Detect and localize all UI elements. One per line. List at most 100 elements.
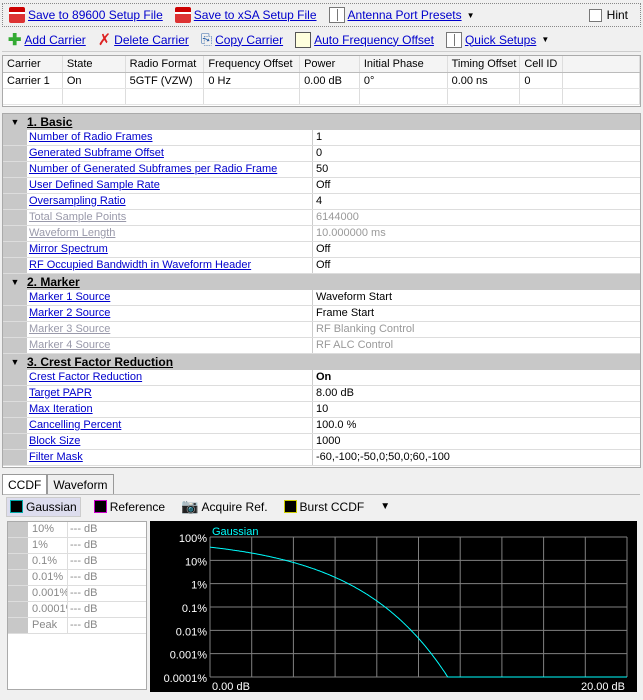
table-cell[interactable]: 0° [360,73,448,88]
property-value[interactable]: 8.00 dB [313,386,640,401]
table-row[interactable]: Carrier 1 On 5GTF (VZW) 0 Hz 0.00 dB 0° 0.00 n… [3,73,640,89]
property-row[interactable]: User Defined Sample Rate Off [3,178,640,194]
collapse-icon[interactable]: ▼ [3,117,27,127]
property-name[interactable]: Mirror Spectrum [27,242,313,257]
column-header[interactable]: Timing Offset [448,56,521,72]
property-row[interactable]: Marker 3 Source RF Blanking Control [3,322,640,338]
add-carrier-button[interactable]: ✚ Add Carrier [8,30,86,50]
property-link[interactable]: Marker 2 Source [29,307,110,319]
property-link[interactable]: User Defined Sample Rate [29,179,160,191]
column-header[interactable]: Carrier [3,56,63,72]
property-row[interactable]: Generated Subframe Offset 0 [3,146,640,162]
property-link[interactable]: Generated Subframe Offset [29,147,164,159]
property-row[interactable]: Crest Factor Reduction On [3,370,640,386]
property-value[interactable]: 100.0 % [313,418,640,433]
table-cell[interactable]: On [63,73,126,88]
property-name[interactable]: Oversampling Ratio [27,194,313,209]
property-row[interactable]: Mirror Spectrum Off [3,242,640,258]
section-header[interactable]: ▼ 1. Basic [3,114,640,130]
property-name[interactable]: Waveform Length [27,226,313,241]
property-value[interactable]: Frame Start [313,306,640,321]
column-header[interactable]: Frequency Offset [204,56,301,72]
property-value[interactable]: 10 [313,402,640,417]
property-row[interactable]: Number of Radio Frames 1 [3,130,640,146]
property-link[interactable]: Oversampling Ratio [29,195,126,207]
collapse-icon[interactable]: ▼ [3,357,27,367]
property-value[interactable]: Off [313,258,640,273]
property-row[interactable]: Marker 1 Source Waveform Start [3,290,640,306]
property-link[interactable]: Marker 3 Source [29,323,110,335]
property-link[interactable]: RF Occupied Bandwidth in Waveform Header [29,259,251,271]
table-cell[interactable]: 0 [520,73,564,88]
property-link[interactable]: Marker 1 Source [29,291,110,303]
property-name[interactable]: Cancelling Percent [27,418,313,433]
property-link[interactable]: Number of Radio Frames [29,131,153,143]
property-value[interactable]: -60,-100;-50,0;50,0;60,-100 [313,450,640,465]
property-value[interactable]: 0 [313,146,640,161]
column-header[interactable]: Initial Phase [360,56,448,72]
column-header[interactable]: Power [300,56,360,72]
property-row[interactable]: Filter Mask -60,-100;-50,0;50,0;60,-100 [3,450,640,466]
section-header[interactable]: ▼ 3. Crest Factor Reduction [3,354,640,370]
tab-waveform[interactable]: Waveform [47,474,114,494]
property-name[interactable]: User Defined Sample Rate [27,178,313,193]
reference-button[interactable]: Reference [91,498,168,516]
property-name[interactable]: Number of Radio Frames [27,130,313,145]
more-dropdown[interactable]: ▼ [377,499,393,514]
save-xsa-button[interactable]: Save to xSA Setup File [174,7,317,23]
property-row[interactable]: Block Size 1000 [3,434,640,450]
property-row[interactable]: Max Iteration 10 [3,402,640,418]
property-name[interactable]: Number of Generated Subframes per Radio … [27,162,313,177]
property-name[interactable]: Marker 1 Source [27,290,313,305]
property-value[interactable]: 1 [313,130,640,145]
acquire-ref-button[interactable]: 📷 Acquire Ref. [178,496,270,517]
property-value[interactable]: On [313,370,640,385]
property-row[interactable]: Marker 2 Source Frame Start [3,306,640,322]
property-link[interactable]: Block Size [29,435,80,447]
property-link[interactable]: Marker 4 Source [29,339,110,351]
property-row[interactable]: Number of Generated Subframes per Radio … [3,162,640,178]
property-value[interactable]: Off [313,178,640,193]
table-cell[interactable]: 0.00 ns [448,73,521,88]
property-row[interactable]: Oversampling Ratio 4 [3,194,640,210]
column-header[interactable]: Radio Format [126,56,205,72]
property-link[interactable]: Cancelling Percent [29,419,121,431]
property-link[interactable]: Mirror Spectrum [29,243,108,255]
table-cell[interactable]: Carrier 1 [3,73,63,88]
property-value[interactable]: Off [313,242,640,257]
section-header[interactable]: ▼ 2. Marker [3,274,640,290]
column-header[interactable] [563,56,640,72]
property-row[interactable]: RF Occupied Bandwidth in Waveform Header… [3,258,640,274]
collapse-icon[interactable]: ▼ [3,277,27,287]
table-cell[interactable]: 0.00 dB [300,73,360,88]
quick-setups-dropdown[interactable]: Quick Setups ▼ [445,31,549,48]
delete-carrier-button[interactable]: ✗ Delete Carrier [98,30,189,50]
property-link[interactable]: Crest Factor Reduction [29,371,142,383]
property-link[interactable]: Max Iteration [29,403,93,415]
property-link[interactable]: Waveform Length [29,227,115,239]
column-header[interactable]: State [63,56,126,72]
property-name[interactable]: Marker 2 Source [27,306,313,321]
property-value[interactable]: 50 [313,162,640,177]
tab-ccdf[interactable]: CCDF [2,474,48,495]
property-name[interactable]: RF Occupied Bandwidth in Waveform Header [27,258,313,273]
copy-carrier-button[interactable]: ⎘ Copy Carrier [201,31,283,48]
property-name[interactable]: Target PAPR [27,386,313,401]
property-name[interactable]: Marker 3 Source [27,322,313,337]
property-name[interactable]: Max Iteration [27,402,313,417]
property-link[interactable]: Number of Generated Subframes per Radio … [29,163,277,175]
table-cell[interactable]: 0 Hz [204,73,301,88]
property-link[interactable]: Filter Mask [29,451,83,463]
property-name[interactable]: Filter Mask [27,450,313,465]
property-row[interactable]: Cancelling Percent 100.0 % [3,418,640,434]
column-header[interactable]: Cell ID [520,56,564,72]
antenna-port-presets-dropdown[interactable]: Antenna Port Presets ▼ [328,7,475,23]
property-row[interactable]: Total Sample Points 6144000 [3,210,640,226]
auto-frequency-offset-button[interactable]: Auto Frequency Offset [295,31,434,48]
property-link[interactable]: Target PAPR [29,387,92,399]
table-cell[interactable]: 5GTF (VZW) [126,73,205,88]
property-row[interactable]: Waveform Length 10.000000 ms [3,226,640,242]
property-row[interactable]: Target PAPR 8.00 dB [3,386,640,402]
property-name[interactable]: Total Sample Points [27,210,313,225]
hint-checkbox[interactable]: Hint [588,8,628,22]
